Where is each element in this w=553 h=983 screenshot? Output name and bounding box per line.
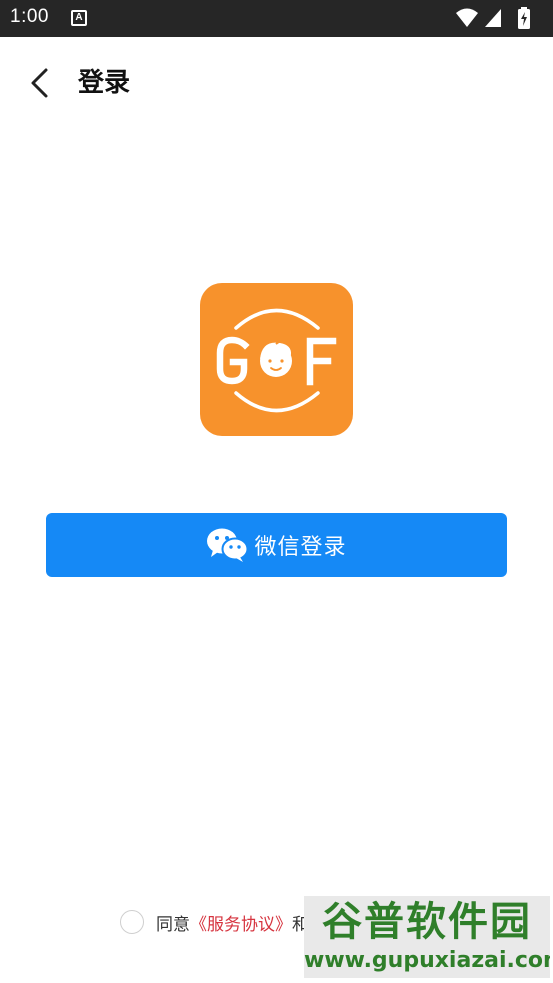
agree-checkbox[interactable] [120, 910, 144, 934]
gof-app-logo [216, 308, 337, 413]
wechat-icon [207, 528, 249, 562]
agreement-prefix: 同意 [156, 914, 190, 935]
wechat-login-button[interactable]: 微信登录 [46, 513, 507, 577]
agreement-row: 同意 《服务协议》 和 [120, 908, 309, 936]
watermark-name: 谷普软件园 [322, 899, 532, 945]
back-button[interactable] [20, 63, 60, 103]
status-bar: 1:00 A [0, 0, 553, 37]
chevron-left-icon [31, 68, 48, 98]
wifi-icon [456, 8, 478, 27]
page-title: 登录 [78, 68, 131, 98]
watermark-url: www.gupuxiazai.com [304, 948, 550, 973]
watermark: 谷普软件园 www.gupuxiazai.com [304, 896, 550, 978]
service-agreement-link[interactable]: 《服务协议》 [190, 910, 292, 935]
battery-charging-icon [518, 7, 530, 29]
wechat-login-label: 微信登录 [254, 535, 347, 560]
signal-icon [485, 9, 501, 27]
status-time: 1:00 [10, 6, 49, 27]
notification-icon: A [71, 10, 87, 26]
app-bar: 登录 [0, 37, 553, 127]
app-logo [200, 283, 353, 436]
